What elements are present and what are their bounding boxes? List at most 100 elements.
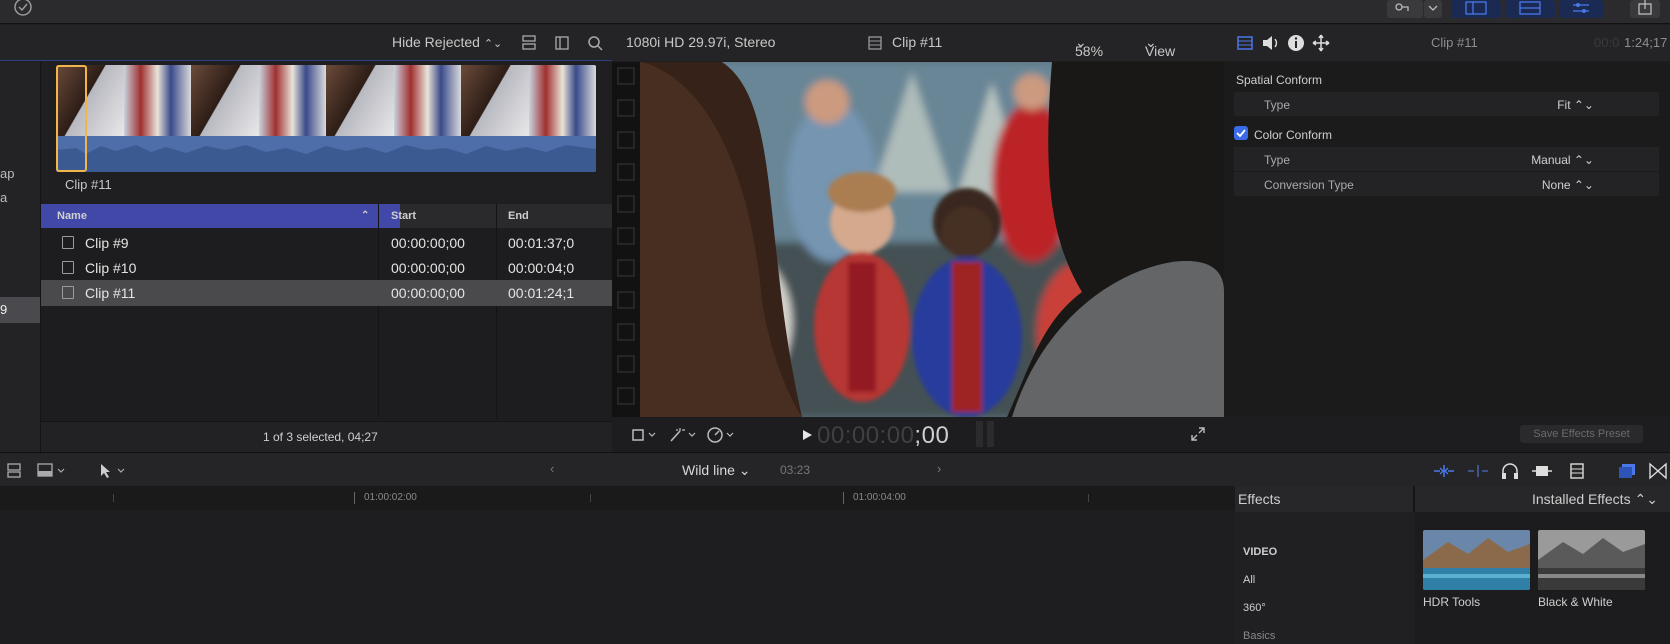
sidebar-item-selected[interactable]: 9 — [0, 297, 40, 323]
clip-thumbnail — [393, 65, 461, 136]
transform-icon[interactable] — [1312, 34, 1330, 52]
effect-label: HDR Tools — [1423, 595, 1481, 609]
zoom-value: 58% — [1075, 43, 1104, 59]
inspector-header: Clip #11 00:0 1:24;17 — [1224, 25, 1670, 61]
save-effects-preset-button[interactable]: Save Effects Preset — [1520, 425, 1643, 443]
clip-filter-popup[interactable]: Hide Rejected ⌃⌄ — [392, 34, 502, 50]
audio-skimming-icon[interactable] — [1466, 462, 1490, 480]
project-name: Wild line — [682, 462, 735, 478]
conversion-type-popup[interactable]: None ⌃⌄ — [1542, 178, 1594, 192]
filmstrip-view-icon[interactable] — [553, 34, 571, 52]
magic-wand-icon[interactable] — [668, 427, 700, 443]
effect-thumbnail-hdr-tools[interactable] — [1423, 530, 1530, 590]
show-browser-button[interactable] — [1451, 0, 1501, 18]
clip-start: 00:00:00;00 — [391, 260, 465, 276]
layout-icon[interactable] — [520, 34, 538, 52]
param-label: Type — [1264, 153, 1291, 167]
solo-icon[interactable] — [1530, 462, 1554, 480]
effects-title: Effects — [1238, 491, 1281, 507]
column-header-start[interactable]: Start — [391, 210, 416, 222]
effects-browser-icon[interactable] — [1617, 462, 1637, 480]
inspector-duration: 1:24;17 — [1624, 35, 1668, 50]
clip-end: 00:00:04;0 — [508, 260, 575, 276]
clip-filter-label: Hide Rejected — [392, 34, 480, 50]
param-label: Type — [1264, 98, 1291, 112]
sidebar-item-label: 9 — [0, 302, 8, 317]
search-icon[interactable] — [586, 34, 604, 52]
film-icon[interactable] — [1236, 34, 1254, 52]
effects-source-popup[interactable]: Installed Effects ⌃⌄ — [1532, 491, 1658, 508]
spatial-conform-heading: Spatial Conform — [1234, 67, 1659, 91]
check-circle-icon[interactable] — [12, 0, 34, 18]
clip-start: 00:00:00;00 — [391, 235, 465, 251]
category-item[interactable]: 360° — [1243, 602, 1266, 614]
param-value: Fit — [1557, 98, 1571, 112]
color-conform-checkbox[interactable] — [1234, 126, 1248, 140]
zoom-popup[interactable]: 58% ⌄ — [1075, 34, 1103, 59]
clip-thumbnail — [461, 65, 529, 136]
info-icon[interactable] — [1287, 34, 1305, 52]
timecode-dim: 00:00:00 — [817, 422, 915, 449]
play-icon[interactable] — [801, 429, 813, 441]
keyword-button[interactable] — [1387, 0, 1423, 18]
show-inspector-button[interactable] — [1559, 0, 1603, 18]
timecode-frames: ;00 — [914, 422, 950, 449]
param-label: Conversion Type — [1264, 178, 1354, 192]
previous-button[interactable]: ‹ — [550, 461, 554, 476]
transitions-browser-icon[interactable] — [1648, 462, 1668, 480]
crop-icon[interactable] — [630, 427, 660, 443]
clip-appearance-icon[interactable] — [6, 462, 24, 480]
effects-categories: VIDEO All 360° Basics — [1235, 512, 1415, 644]
fullscreen-icon[interactable] — [1190, 426, 1206, 442]
speed-icon[interactable] — [706, 426, 738, 444]
column-header-end[interactable]: End — [508, 210, 529, 222]
browser-header: Hide Rejected ⌃⌄ — [0, 25, 612, 61]
viewer-clip-name: Clip #11 — [892, 34, 943, 50]
column-header-label: Name — [57, 210, 87, 222]
color-type-popup[interactable]: Manual ⌃⌄ — [1531, 153, 1594, 167]
conversion-type-row: Conversion Type None ⌃⌄ — [1234, 172, 1659, 196]
audio-icon[interactable] — [1261, 34, 1281, 52]
column-header-name[interactable]: Name ⌃ — [41, 204, 400, 228]
headphones-icon[interactable] — [1500, 462, 1520, 480]
param-value: None — [1541, 178, 1571, 192]
spatial-type-popup[interactable]: Fit ⌃⌄ — [1557, 98, 1594, 112]
clip-end: 00:01:37;0 — [508, 235, 575, 251]
list-item-selected[interactable]: Clip #11 00:00:00;00 00:01:24;1 — [41, 280, 612, 306]
viewer-canvas[interactable] — [612, 62, 1224, 417]
skimming-icon[interactable] — [1432, 462, 1456, 480]
clip-thumbnail — [191, 65, 259, 136]
category-item[interactable]: All — [1243, 574, 1255, 586]
arrow-tool-icon[interactable] — [98, 462, 130, 480]
film-icon — [62, 236, 74, 249]
color-type-row: Type Manual ⌃⌄ — [1234, 147, 1659, 171]
clip-name: Clip #11 — [85, 285, 136, 301]
show-timeline-button[interactable] — [1505, 0, 1555, 18]
category-item[interactable]: Basics — [1243, 630, 1275, 642]
filmstrip-edge — [612, 62, 640, 417]
sidebar-item[interactable]: ap — [0, 166, 14, 181]
share-icon[interactable] — [1630, 0, 1660, 18]
timecode-display[interactable]: 00:00:00;00 — [817, 422, 949, 450]
list-item[interactable]: Clip #9 00:00:00;00 00:01:37;0 — [41, 230, 612, 256]
view-menu[interactable]: View ⌄ — [1145, 34, 1175, 59]
next-button[interactable]: › — [937, 461, 941, 476]
film-icon[interactable] — [1568, 462, 1586, 480]
timeline[interactable]: 01:00:02:00 01:00:04:00 — [0, 486, 1235, 644]
top-toolbar — [0, 0, 1670, 24]
list-item[interactable]: Clip #10 00:00:00;00 00:00:04;0 — [41, 255, 612, 281]
inspector-panel: Spatial Conform Type Fit ⌃⌄ Color Confor… — [1224, 62, 1670, 417]
effect-thumbnail-black-white[interactable] — [1538, 530, 1645, 590]
timeline-index-icon[interactable] — [36, 462, 70, 480]
clip-filmstrip[interactable] — [56, 65, 596, 172]
project-name-popup[interactable]: Wild line ⌄ — [682, 462, 751, 479]
clip-name: Clip #10 — [85, 260, 137, 276]
list-footer: 1 of 3 selected, 04;27 — [41, 421, 612, 452]
audio-meter — [974, 421, 998, 447]
film-icon — [62, 261, 74, 274]
clip-range-selection[interactable] — [56, 65, 87, 172]
sidebar-item[interactable]: a — [0, 190, 7, 205]
timeline-toolbar: ‹ Wild line ⌄ 03:23 › — [0, 452, 1670, 486]
timeline-ruler[interactable]: 01:00:02:00 01:00:04:00 — [0, 486, 1235, 510]
keyword-menu-button[interactable] — [1424, 0, 1442, 18]
